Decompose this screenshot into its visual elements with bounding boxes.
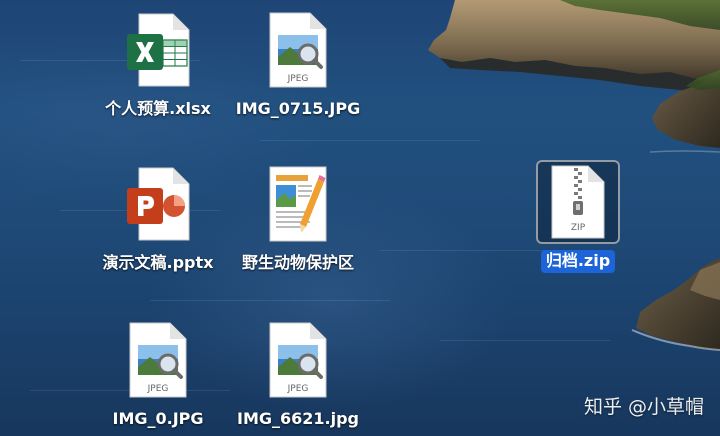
pages-document-icon [266,165,330,243]
icon-frame [116,162,200,246]
excel-spreadsheet-icon [125,12,191,88]
file-name-label: 野生动物保护区 [241,253,354,272]
file-name-label: IMG_0715.JPG [235,99,361,118]
file-name-label: 个人预算.xlsx [105,99,211,118]
icon-frame: JPEG [256,8,340,92]
jpeg-image-icon: JPEG [126,321,190,399]
jpeg-image-icon: JPEG [266,11,330,89]
icon-frame: JPEG [256,318,340,402]
file-name-label: IMG_0.JPG [112,409,204,428]
icon-frame [116,8,200,92]
file-name-label: 演示文稿.pptx [102,253,214,272]
svg-text:JPEG: JPEG [287,74,309,84]
desktop-file[interactable]: 野生动物保护区 [223,162,373,275]
desktop-file[interactable]: JPEG IMG_0.JPG [83,318,233,431]
watermark-text: 知乎 @小草帽 [583,396,704,418]
powerpoint-presentation-icon [125,166,191,242]
file-name-label: 归档.zip [540,250,616,273]
jpeg-image-icon: JPEG [266,321,330,399]
desktop-file[interactable]: JPEG IMG_0715.JPG [223,8,373,121]
desktop-file[interactable]: 个人预算.xlsx [83,8,233,121]
file-name-label: IMG_6621.jpg [236,409,359,428]
zip-archive-icon: ZIP [548,164,608,240]
desktop-file[interactable]: 演示文稿.pptx [83,162,233,275]
desktop-file[interactable]: JPEG IMG_6621.jpg [223,318,373,431]
svg-text:ZIP: ZIP [571,223,586,233]
desktop-file[interactable]: ZIP 归档.zip [503,160,653,273]
svg-text:JPEG: JPEG [147,384,169,394]
icon-frame: JPEG [116,318,200,402]
desktop-background[interactable]: 个人预算.xlsx JPEG IMG_0715.JPG 演示文稿.pptx 野生… [0,0,720,436]
svg-text:JPEG: JPEG [287,384,309,394]
selection-highlight: ZIP [536,160,620,244]
icon-frame [256,162,340,246]
shore-foam [649,150,720,153]
